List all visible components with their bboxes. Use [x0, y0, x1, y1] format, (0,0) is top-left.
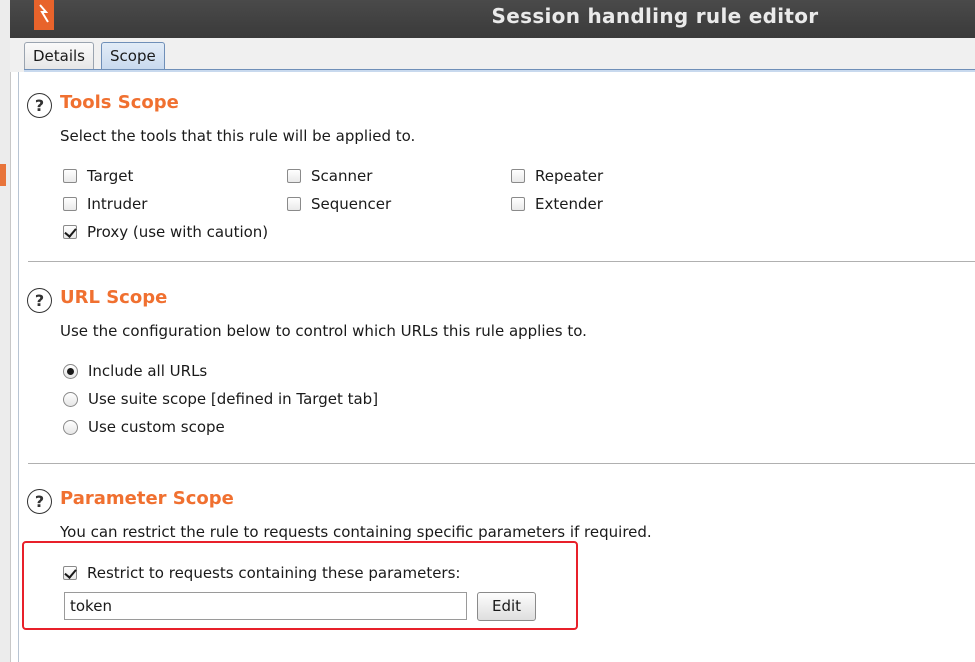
tools-scope-description: Select the tools that this rule will be …	[60, 127, 416, 145]
background-window-accent	[0, 164, 6, 186]
tool-intruder-checkbox[interactable]: Intruder	[63, 193, 147, 215]
url-custom-scope-label: Use custom scope	[88, 418, 225, 436]
url-suite-scope-label: Use suite scope [defined in Target tab]	[88, 390, 379, 408]
radio-circle[interactable]	[63, 391, 78, 407]
tool-proxy-checkbox[interactable]: Proxy (use with caution)	[63, 221, 268, 243]
url-custom-scope-radio[interactable]: Use custom scope	[63, 416, 225, 438]
parameters-field[interactable]: token	[64, 592, 467, 620]
tools-scope-help-icon[interactable]: ?	[27, 93, 52, 118]
parameter-scope-description: You can restrict the rule to requests co…	[60, 523, 652, 541]
tool-sequencer-checkbox[interactable]: Sequencer	[287, 193, 391, 215]
tool-repeater-checkbox[interactable]: Repeater	[511, 165, 603, 187]
checkbox-box[interactable]	[63, 169, 77, 183]
tool-sequencer-label: Sequencer	[311, 195, 392, 213]
window-title: Session handling rule editor	[491, 4, 819, 28]
scope-panel: ? Tools Scope Select the tools that this…	[18, 72, 975, 662]
parameter-scope-help-icon[interactable]: ?	[27, 489, 52, 514]
url-suite-scope-radio[interactable]: Use suite scope [defined in Target tab]	[63, 388, 378, 410]
section-divider	[28, 261, 975, 262]
title-bar: Session handling rule editor	[10, 0, 975, 38]
tool-extender-label: Extender	[535, 195, 603, 213]
tab-scope[interactable]: Scope	[101, 42, 165, 70]
checkbox-box[interactable]	[511, 197, 525, 211]
checkbox-box[interactable]	[63, 225, 77, 239]
checkbox-box[interactable]	[511, 169, 525, 183]
tool-target-checkbox[interactable]: Target	[63, 165, 133, 187]
parameter-scope-title: Parameter Scope	[60, 488, 234, 509]
restrict-parameters-label: Restrict to requests containing these pa…	[87, 564, 461, 582]
checkbox-box[interactable]	[63, 197, 77, 211]
tool-proxy-label: Proxy (use with caution)	[87, 223, 269, 241]
url-scope-title: URL Scope	[60, 287, 168, 308]
tool-scanner-label: Scanner	[311, 167, 373, 185]
tool-repeater-label: Repeater	[535, 167, 604, 185]
url-include-all-label: Include all URLs	[88, 362, 208, 380]
section-divider	[28, 463, 975, 464]
checkbox-box[interactable]	[63, 566, 77, 580]
radio-circle[interactable]	[63, 419, 78, 435]
background-window-strip	[0, 0, 11, 662]
url-scope-help-icon[interactable]: ?	[27, 288, 52, 313]
url-scope-description: Use the configuration below to control w…	[60, 322, 587, 340]
tab-bar: Details Scope	[10, 38, 975, 73]
burp-logo-icon	[34, 0, 54, 30]
tool-extender-checkbox[interactable]: Extender	[511, 193, 603, 215]
radio-circle[interactable]	[63, 363, 78, 379]
edit-button[interactable]: Edit	[477, 592, 536, 621]
url-include-all-radio[interactable]: Include all URLs	[63, 360, 207, 382]
restrict-parameters-checkbox[interactable]: Restrict to requests containing these pa…	[63, 562, 460, 584]
tab-details[interactable]: Details	[24, 42, 95, 70]
checkbox-box[interactable]	[287, 169, 301, 183]
checkbox-box[interactable]	[287, 197, 301, 211]
tool-target-label: Target	[87, 167, 134, 185]
tool-scanner-checkbox[interactable]: Scanner	[287, 165, 372, 187]
tools-scope-title: Tools Scope	[60, 92, 179, 113]
tool-intruder-label: Intruder	[87, 195, 148, 213]
